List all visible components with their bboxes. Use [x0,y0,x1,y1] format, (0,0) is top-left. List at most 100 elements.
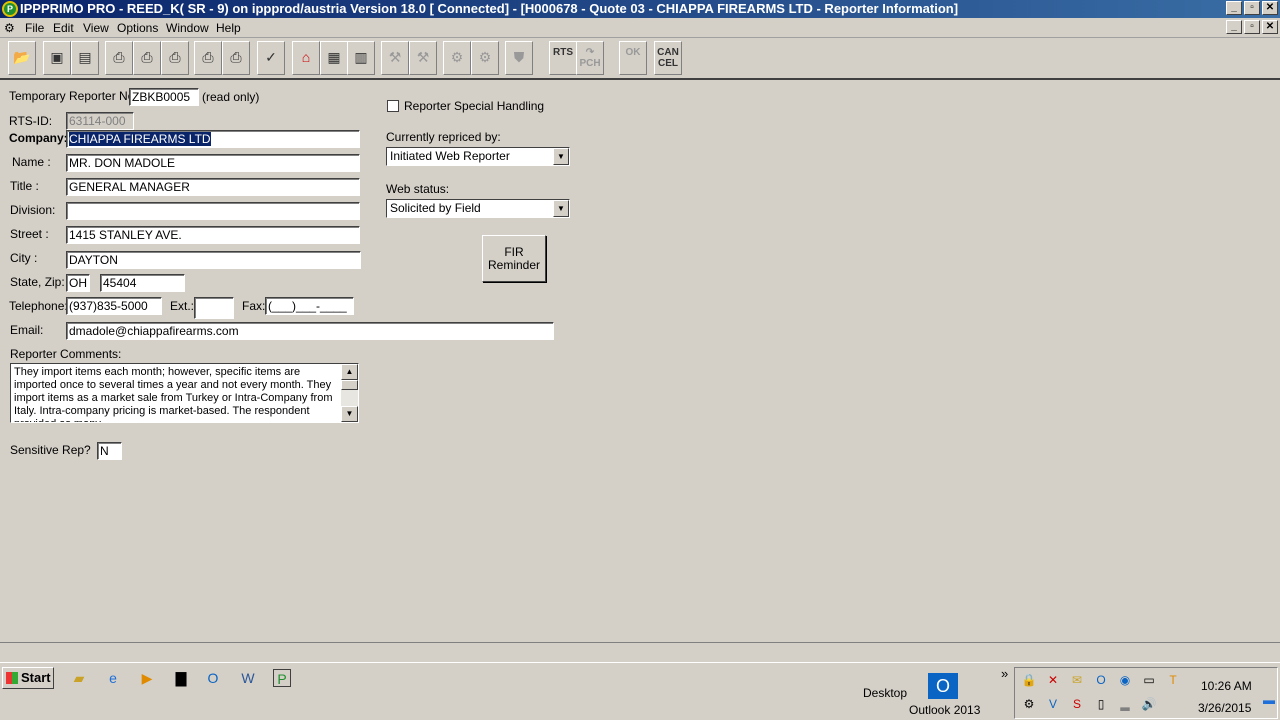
city-field[interactable]: DAYTON [66,251,361,269]
state-field[interactable]: OH [66,274,90,292]
menu-bar: ⚙ File Edit View Options Window Help _ ▫… [0,18,1280,38]
title-label: Title : [10,179,39,193]
repriced-label: Currently repriced by: [386,130,501,144]
menu-options[interactable]: Options [117,21,158,35]
chevron-down-icon[interactable]: ▼ [553,148,569,165]
name-field[interactable]: MR. DON MADOLE [66,154,360,172]
scroll-thumb[interactable] [341,380,358,390]
print-setup-icon[interactable]: ⎙ [161,41,189,75]
grid-icon[interactable]: ▦ [320,41,348,75]
document-icon[interactable]: ⚙ [4,21,18,35]
wrench-icon[interactable]: ⚒ [409,41,437,75]
print-preview-icon[interactable]: ⎙ [133,41,161,75]
print-icon[interactable]: ⎙ [105,41,133,75]
antivirus-icon[interactable]: V [1045,696,1061,712]
outlook-2013-label[interactable]: Outlook 2013 [909,703,980,717]
outlook-2013-icon[interactable]: O [928,673,958,699]
ippprimo-taskbar-icon[interactable]: P [273,669,291,687]
ok-button[interactable]: OK [619,41,647,75]
chevron-right-icon[interactable]: » [1001,666,1008,681]
checkmark-icon[interactable]: ✓ [257,41,285,75]
print-batch-icon[interactable]: ⎙ [222,41,250,75]
close-button[interactable]: ✕ [1262,1,1278,15]
division-field[interactable] [66,202,360,220]
web-status-select[interactable]: Solicited by Field ▼ [386,199,570,218]
mail-icon[interactable]: ✉ [1069,672,1085,688]
email-field[interactable]: dmadole@chiappafirearms.com [66,322,554,340]
chat-icon[interactable]: ◉ [1117,672,1133,688]
shield-icon[interactable]: ⛊ [505,41,533,75]
save-all-icon[interactable]: ▤ [71,41,99,75]
city-label: City : [10,251,38,265]
save-icon[interactable]: ▣ [43,41,71,75]
gear-pair-icon[interactable]: ⚙ [443,41,471,75]
terminal-icon[interactable]: ▇ [172,669,190,687]
scroll-down-icon[interactable]: ▼ [341,406,358,422]
lock-icon[interactable]: 🔒 [1021,672,1037,688]
clock-time[interactable]: 10:26 AM [1201,679,1252,693]
file-explorer-icon[interactable]: ▰ [70,669,88,687]
taskbar: Start ▰ e ▶ ▇ O W P Desktop O Outlook 20… [0,662,1280,720]
desktop-label[interactable]: Desktop [863,686,907,700]
company-value: CHIAPPA FIREARMS LTD [69,132,211,146]
calendar-icon[interactable]: ▥ [347,41,375,75]
monitor-icon[interactable]: ▭ [1141,672,1157,688]
update-icon[interactable]: T [1165,672,1181,688]
fax-field[interactable]: (___)___-____ [265,297,354,315]
open-folder-icon[interactable]: 📂 [8,41,36,75]
scroll-up-icon[interactable]: ▲ [341,364,358,380]
internet-explorer-icon[interactable]: e [104,669,122,687]
title-field[interactable]: GENERAL MANAGER [66,178,360,196]
fir-reminder-button[interactable]: FIR Reminder [482,235,546,282]
menu-help[interactable]: Help [216,21,241,35]
signal-icon[interactable]: ▂ [1117,696,1133,712]
rts-button[interactable]: RTS [549,41,577,75]
temp-reporter-label: Temporary Reporter No.: [9,89,142,103]
menu-edit[interactable]: Edit [53,21,74,35]
clock-date[interactable]: 3/26/2015 [1198,701,1251,715]
maximize-button[interactable]: ▫ [1244,1,1260,15]
comments-textarea[interactable]: They import items each month; however, s… [10,363,359,423]
start-button[interactable]: Start [2,667,54,689]
media-player-icon[interactable]: ▶ [138,669,156,687]
outlook-tray-icon[interactable]: O [1093,672,1109,688]
sensitive-field[interactable]: N [97,442,122,460]
outlook-icon[interactable]: O [204,669,222,687]
menu-view[interactable]: View [83,21,109,35]
zip-field[interactable]: 45404 [100,274,185,292]
volume-icon[interactable]: 🔊 [1141,696,1157,712]
ext-label: Ext.: [170,299,195,313]
chevron-down-icon[interactable]: ▼ [553,200,569,217]
battery-icon[interactable]: ▯ [1093,696,1109,712]
tools-icon[interactable]: ⚒ [381,41,409,75]
home-icon[interactable]: ⌂ [292,41,320,75]
street-field[interactable]: 1415 STANLEY AVE. [66,226,360,244]
fir-label-2: Reminder [487,258,541,272]
gear-icon[interactable]: ⚙ [471,41,499,75]
settings-tray-icon[interactable]: ⚙ [1021,696,1037,712]
menu-file[interactable]: File [25,21,44,35]
repriced-select[interactable]: Initiated Web Reporter ▼ [386,147,570,166]
sensitive-label: Sensitive Rep? [10,443,91,457]
print-report-icon[interactable]: ⎙ [194,41,222,75]
fir-label-1: FIR [504,245,524,259]
show-desktop-icon[interactable]: ▬ [1261,692,1277,708]
child-close-button[interactable]: ✕ [1262,20,1278,34]
pch-button[interactable]: ↷ PCH [576,41,604,75]
ext-field[interactable] [194,297,234,319]
company-field[interactable]: CHIAPPA FIREARMS LTD [66,130,360,148]
minimize-button[interactable]: _ [1226,1,1242,15]
read-only-label: (read only) [202,90,260,104]
comments-scrollbar[interactable]: ▲ ▼ [341,364,358,422]
word-icon[interactable]: W [239,669,257,687]
cancel-button[interactable]: CAN CEL [654,41,682,75]
special-handling-checkbox[interactable] [387,100,399,112]
app-logo-icon: P [2,1,18,17]
menu-window[interactable]: Window [166,21,209,35]
child-minimize-button[interactable]: _ [1226,20,1242,34]
security-icon[interactable]: S [1069,696,1085,712]
temp-reporter-field[interactable]: ZBKB0005 [129,88,199,106]
child-maximize-button[interactable]: ▫ [1244,20,1260,34]
telephone-field[interactable]: (937)835-5000 [66,297,162,315]
network-error-icon[interactable]: ✕ [1045,672,1061,688]
